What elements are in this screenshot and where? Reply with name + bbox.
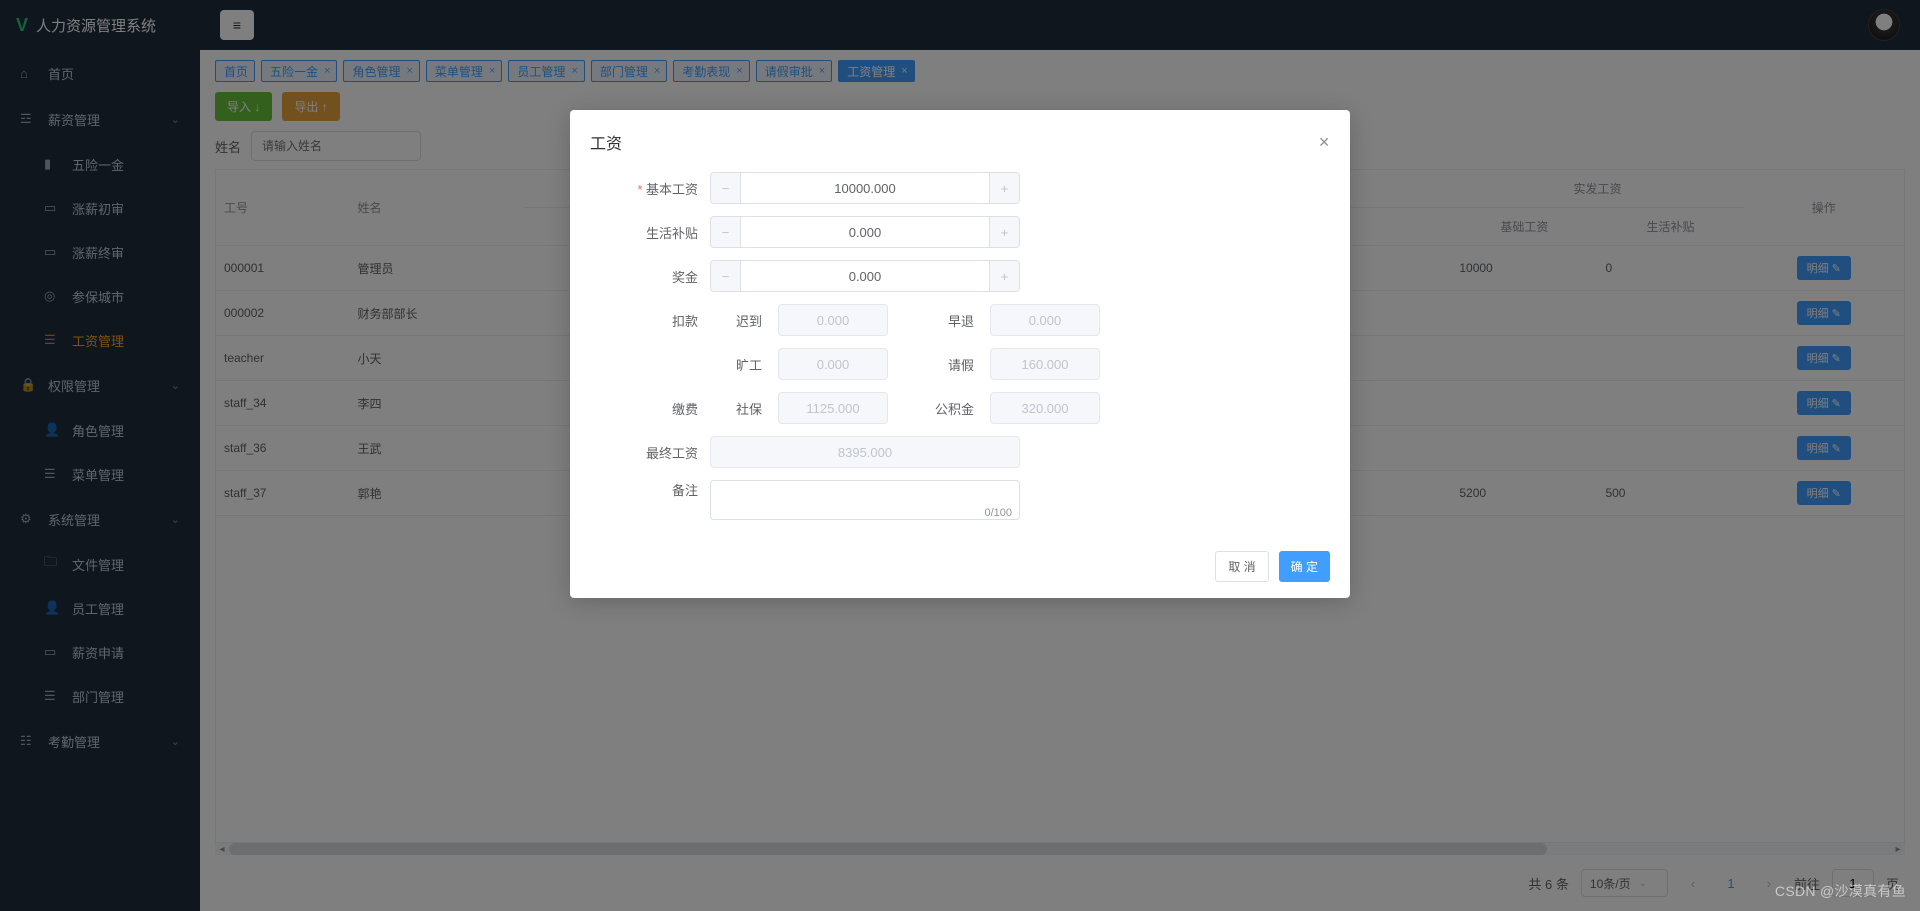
close-icon[interactable]: ✕ bbox=[1318, 134, 1330, 151]
decrement-button[interactable]: − bbox=[711, 173, 741, 203]
final-salary-value bbox=[710, 436, 1020, 468]
early-value bbox=[990, 304, 1100, 336]
social-value bbox=[778, 392, 888, 424]
dialog-title: 工资 bbox=[590, 130, 622, 154]
confirm-button[interactable]: 确 定 bbox=[1279, 551, 1330, 582]
label-fund: 公积金 bbox=[904, 399, 974, 418]
allowance-value[interactable] bbox=[741, 217, 989, 247]
label-leave: 请假 bbox=[904, 355, 974, 374]
label-fees: 缴费 bbox=[590, 399, 710, 418]
modal-overlay[interactable]: 工资 ✕ 基本工资 − + 生活补贴 − + 奖金 − + bbox=[0, 0, 1920, 911]
base-salary-input[interactable]: − + bbox=[710, 172, 1020, 204]
label-absent: 旷工 bbox=[710, 355, 762, 374]
increment-button[interactable]: + bbox=[989, 217, 1019, 247]
label-base: 基本工资 bbox=[590, 179, 710, 198]
bonus-value[interactable] bbox=[741, 261, 989, 291]
absent-value bbox=[778, 348, 888, 380]
leave-value bbox=[990, 348, 1100, 380]
label-final: 最终工资 bbox=[590, 443, 710, 462]
increment-button[interactable]: + bbox=[989, 261, 1019, 291]
salary-dialog: 工资 ✕ 基本工资 − + 生活补贴 − + 奖金 − + bbox=[570, 110, 1350, 598]
watermark: CSDN @沙漠真有鱼 bbox=[1775, 881, 1906, 901]
label-late: 迟到 bbox=[710, 311, 762, 330]
label-bonus: 奖金 bbox=[590, 267, 710, 286]
base-salary-value[interactable] bbox=[741, 173, 989, 203]
label-early: 早退 bbox=[904, 311, 974, 330]
label-deduction: 扣款 bbox=[590, 311, 710, 330]
decrement-button[interactable]: − bbox=[711, 261, 741, 291]
cancel-button[interactable]: 取 消 bbox=[1215, 551, 1268, 582]
label-allowance: 生活补贴 bbox=[590, 223, 710, 242]
label-remark: 备注 bbox=[590, 480, 710, 499]
label-social: 社保 bbox=[710, 399, 762, 418]
remark-count: 0/100 bbox=[984, 507, 1012, 519]
late-value bbox=[778, 304, 888, 336]
allowance-input[interactable]: − + bbox=[710, 216, 1020, 248]
remark-input[interactable] bbox=[710, 480, 1020, 520]
fund-value bbox=[990, 392, 1100, 424]
increment-button[interactable]: + bbox=[989, 173, 1019, 203]
bonus-input[interactable]: − + bbox=[710, 260, 1020, 292]
decrement-button[interactable]: − bbox=[711, 217, 741, 247]
